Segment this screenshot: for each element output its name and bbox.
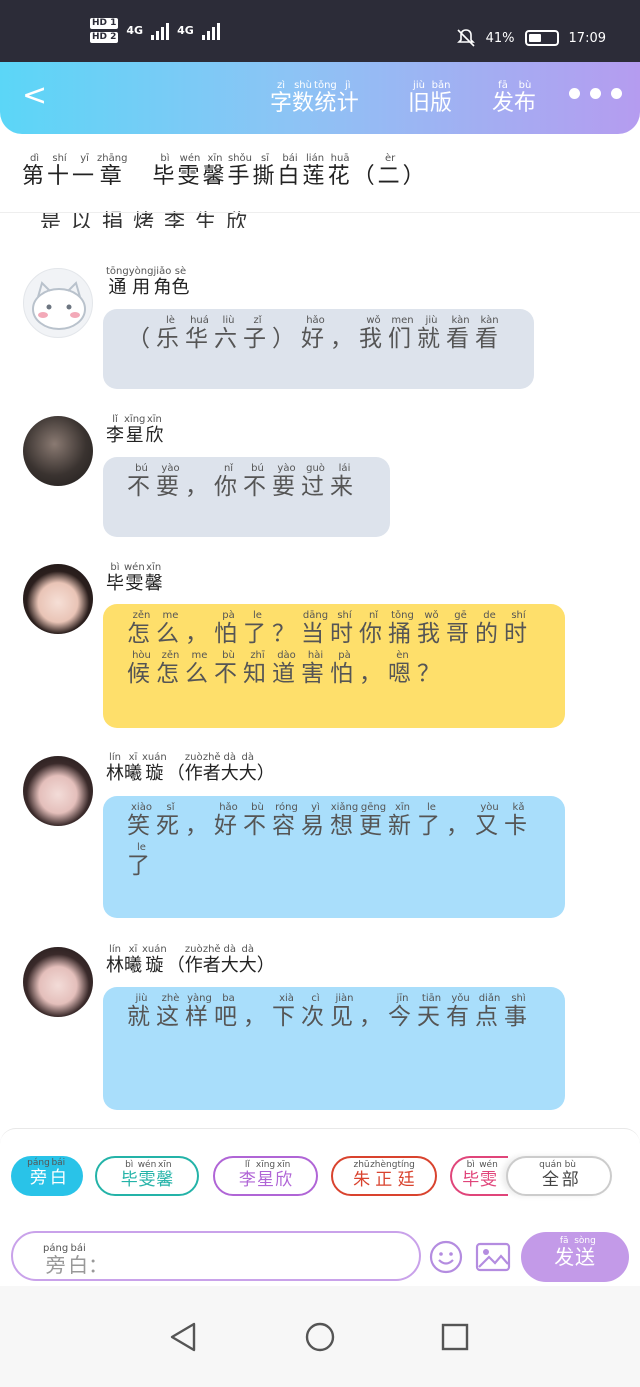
message-bubble[interactable]: 笑xiào死sǐ， 好hǎo不bù容róng易yì想xiǎng更gēng新xīn…	[103, 796, 565, 918]
message-bubble[interactable]: 怎zěn么me， 怕pà了le？ 当dāng时shí你nǐ捅tǒng我wǒ哥gē…	[103, 604, 565, 728]
divider	[0, 212, 640, 213]
recents-square-icon[interactable]	[441, 1323, 469, 1351]
word-count-button[interactable]: 字zì数shù统tǒng计jì	[270, 80, 359, 117]
mute-bell-icon	[456, 29, 475, 47]
avatar[interactable]	[23, 564, 93, 634]
speaker-name: 毕bì雯wén馨xīn	[106, 562, 163, 594]
avatar[interactable]	[23, 416, 93, 486]
cartoon-cat-icon	[32, 281, 86, 330]
signal-icon	[151, 22, 170, 40]
signal-icon-2	[201, 22, 220, 40]
send-button[interactable]: 发fā送sòng	[521, 1232, 629, 1282]
battery-icon	[524, 30, 559, 46]
app-header: < 字zì数shù统tǒng计jì 旧jiù版bǎn 发fā布bù	[0, 62, 640, 134]
old-version-button[interactable]: 旧jiù版bǎn	[408, 80, 452, 117]
speaker-name: 通tōng用yòng角jiǎo色sè	[106, 266, 190, 298]
network-label-1: 4G	[126, 24, 144, 37]
all-roles-button[interactable]: 全quán部bù	[506, 1156, 612, 1196]
input-placeholder: 旁páng白bái：	[43, 1243, 109, 1277]
avatar[interactable]	[23, 268, 93, 338]
network-indicators: HD 1 HD 2 4G 4G	[90, 18, 220, 43]
speaker-name: 李lǐ星xīng欣xīn	[106, 414, 164, 446]
clock: 17:09	[568, 30, 606, 46]
message-bubble[interactable]: 就jiù这zhè样yàng吧ba， 下xià次cì见jiàn， 今jīn天tiā…	[103, 987, 565, 1110]
back-triangle-icon[interactable]	[168, 1321, 198, 1353]
publish-button[interactable]: 发fā布bù	[492, 80, 536, 117]
message-bubble[interactable]: （ 乐lè华huá六liù子zǐ） 好hǎo， 我wǒ们men就jiù看kàn看…	[103, 309, 534, 389]
hd2-badge: HD 2	[90, 32, 119, 43]
role-chip-bi-wenxin[interactable]: 毕bì雯wén馨xīn	[95, 1156, 199, 1196]
role-chip-bi-wen[interactable]: 毕bì雯wén	[450, 1156, 508, 1196]
avatar[interactable]	[23, 756, 93, 826]
scrolled-text: 是以捐烤李生欣	[40, 210, 257, 228]
role-chip-zhu-zhengting[interactable]: 朱zhū正zhèng廷tíng	[331, 1156, 437, 1196]
more-options-icon[interactable]	[569, 88, 622, 99]
image-icon[interactable]	[475, 1242, 511, 1272]
chapter-title: 第dì十shí一yī章zhāng 毕bì雯wén馨xīn手shǒu撕sī白bái…	[22, 153, 428, 189]
home-circle-icon[interactable]	[305, 1322, 335, 1352]
role-chip-narrator[interactable]: 旁páng白bái	[11, 1156, 83, 1196]
hd1-badge: HD 1	[90, 18, 119, 29]
system-navigation-bar	[0, 1286, 640, 1387]
battery-percent: 41%	[485, 30, 515, 46]
emoji-icon[interactable]	[429, 1240, 463, 1274]
speaker-name: 林lín曦xī璇xuán（ 作zuò者zhě大dà大dà）	[106, 944, 275, 976]
role-chip-li-xingxin[interactable]: 李lǐ星xīng欣xīn	[213, 1156, 318, 1196]
network-label-2: 4G	[177, 24, 194, 37]
speaker-name: 林lín曦xī璇xuán（ 作zuò者zhě大dà大dà）	[106, 752, 275, 784]
avatar[interactable]	[23, 947, 93, 1017]
back-icon[interactable]: <	[22, 78, 47, 113]
message-bubble[interactable]: 不bú要yào， 你nǐ不bú要yào过guò来lái	[103, 457, 390, 537]
status-bar: HD 1 HD 2 4G 4G 41% 17:09	[0, 0, 640, 62]
message-input[interactable]: 旁páng白bái：	[11, 1231, 421, 1281]
